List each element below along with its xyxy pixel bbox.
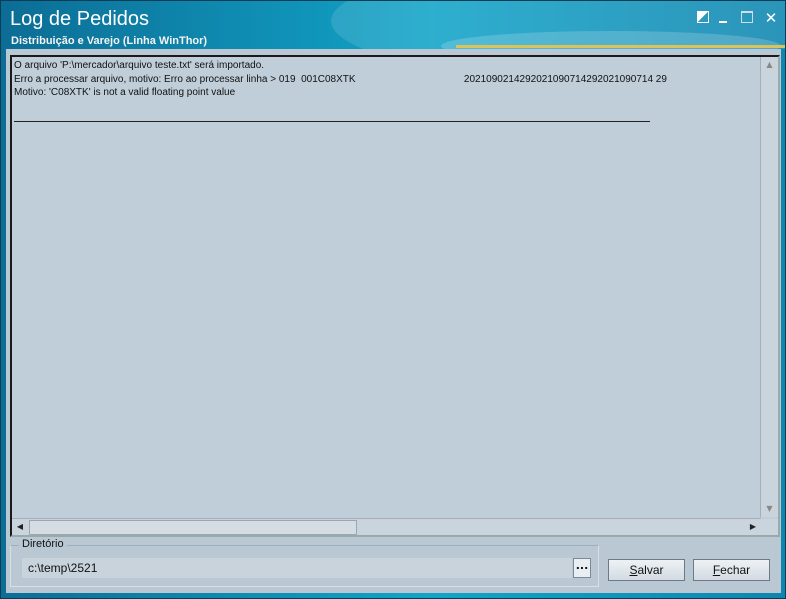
scrollbar-corner bbox=[761, 519, 778, 535]
horizontal-scrollbar[interactable]: ◀ ▶ bbox=[12, 518, 761, 535]
scroll-right-icon[interactable]: ▶ bbox=[745, 519, 761, 535]
scroll-up-icon[interactable]: ▲ bbox=[761, 57, 778, 73]
save-label: alvar bbox=[637, 563, 664, 577]
horizontal-scroll-thumb[interactable] bbox=[29, 520, 357, 535]
window-title: Log de Pedidos bbox=[10, 8, 150, 30]
scroll-left-icon[interactable]: ◀ bbox=[12, 519, 28, 535]
separator-line bbox=[14, 121, 650, 122]
save-mnemonic: S bbox=[629, 563, 638, 577]
window-subtitle: Distribuição e Varejo (Linha WinThor) bbox=[11, 35, 208, 47]
log-de-pedidos-window: Log de Pedidos Distribuição e Varejo (Li… bbox=[0, 0, 786, 599]
minimize-icon[interactable] bbox=[715, 11, 731, 25]
close-icon[interactable]: ✕ bbox=[763, 11, 779, 26]
client-area: O arquivo 'P:\mercador\arquivo teste.txt… bbox=[6, 49, 781, 593]
log-memo[interactable]: O arquivo 'P:\mercador\arquivo teste.txt… bbox=[10, 55, 780, 537]
accent-line bbox=[456, 45, 785, 48]
scroll-down-icon[interactable]: ▼ bbox=[761, 501, 778, 517]
maximize-icon[interactable] bbox=[739, 11, 755, 25]
log-line: Erro a processar arquivo, motivo: Erro a… bbox=[14, 73, 667, 85]
title-bar[interactable]: Log de Pedidos Distribuição e Varejo (Li… bbox=[1, 1, 785, 49]
close-label: echar bbox=[720, 563, 751, 577]
close-button[interactable]: Fechar bbox=[693, 559, 770, 581]
browse-button[interactable]: ... bbox=[573, 558, 591, 578]
directory-label: Diretório bbox=[19, 538, 67, 550]
directory-input[interactable] bbox=[22, 558, 572, 578]
log-line: Motivo: 'C08XTK' is not a valid floating… bbox=[14, 87, 236, 98]
save-button[interactable]: Salvar bbox=[608, 559, 685, 581]
restore-icon[interactable] bbox=[695, 11, 711, 25]
vertical-scrollbar[interactable]: ▲ ▼ bbox=[760, 57, 778, 517]
log-text: O arquivo 'P:\mercador\arquivo teste.txt… bbox=[14, 59, 758, 514]
directory-group: Diretório ... bbox=[10, 538, 599, 587]
log-line: O arquivo 'P:\mercador\arquivo teste.txt… bbox=[14, 60, 265, 71]
